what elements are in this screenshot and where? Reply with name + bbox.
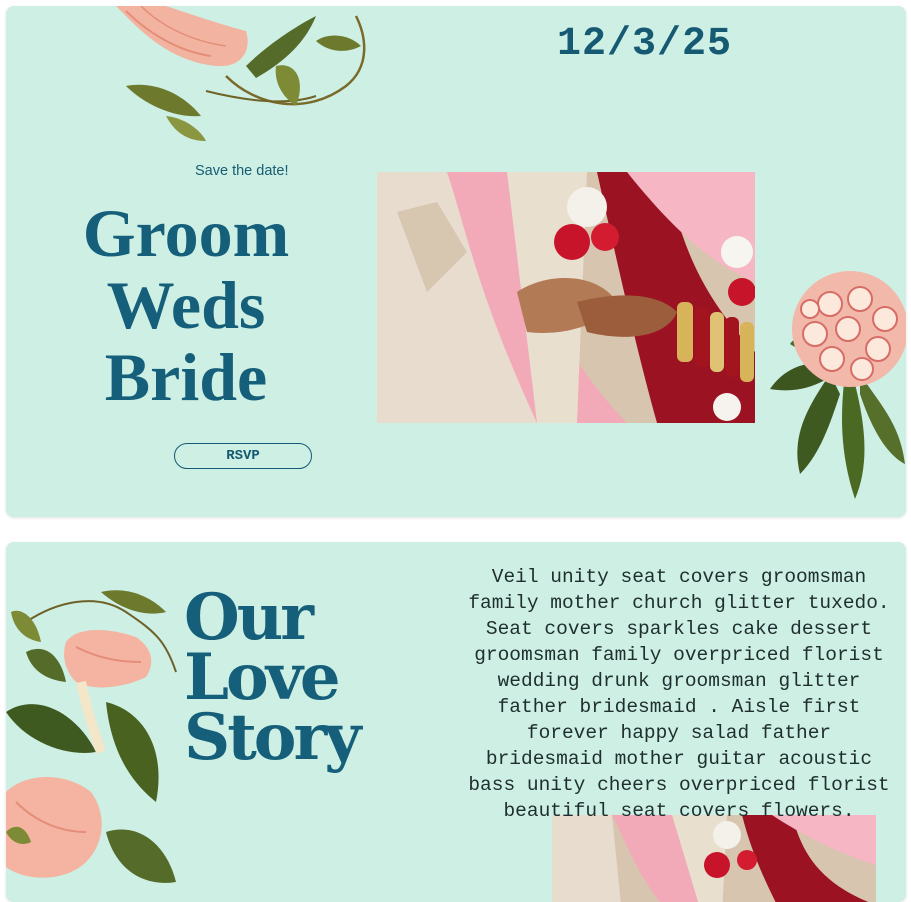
page-title: Groom Weds Bride xyxy=(66,197,306,413)
story-title-line: Our xyxy=(184,580,314,655)
save-the-date-card: 12/3/25 Save the date! Groom Weds Bride … xyxy=(6,6,906,517)
title-line: Bride xyxy=(104,339,268,415)
title-line: Groom xyxy=(82,195,290,271)
rsvp-button[interactable]: RSVP xyxy=(174,443,312,469)
wedding-photo-thumbnail xyxy=(552,815,876,902)
love-story-title: Our Love Story xyxy=(184,580,361,775)
event-date: 12/3/25 xyxy=(557,22,733,67)
love-story-body: Veil unity seat covers groomsman family … xyxy=(468,566,890,822)
save-the-date-tagline: Save the date! xyxy=(195,163,289,179)
title-line: Weds xyxy=(106,267,266,343)
morning-glory-decoration-icon xyxy=(6,590,177,883)
story-title-line: Love xyxy=(184,640,341,715)
protea-flower-decoration-icon xyxy=(770,271,906,499)
love-story-card: Our Love Story Veil unity seat covers gr… xyxy=(6,542,906,902)
wedding-photo-image xyxy=(377,172,755,423)
floral-vine-decoration-icon xyxy=(116,6,366,141)
wedding-ring-photo xyxy=(377,172,755,423)
story-title-line: Story xyxy=(184,700,361,775)
wedding-photo-image xyxy=(552,815,876,902)
